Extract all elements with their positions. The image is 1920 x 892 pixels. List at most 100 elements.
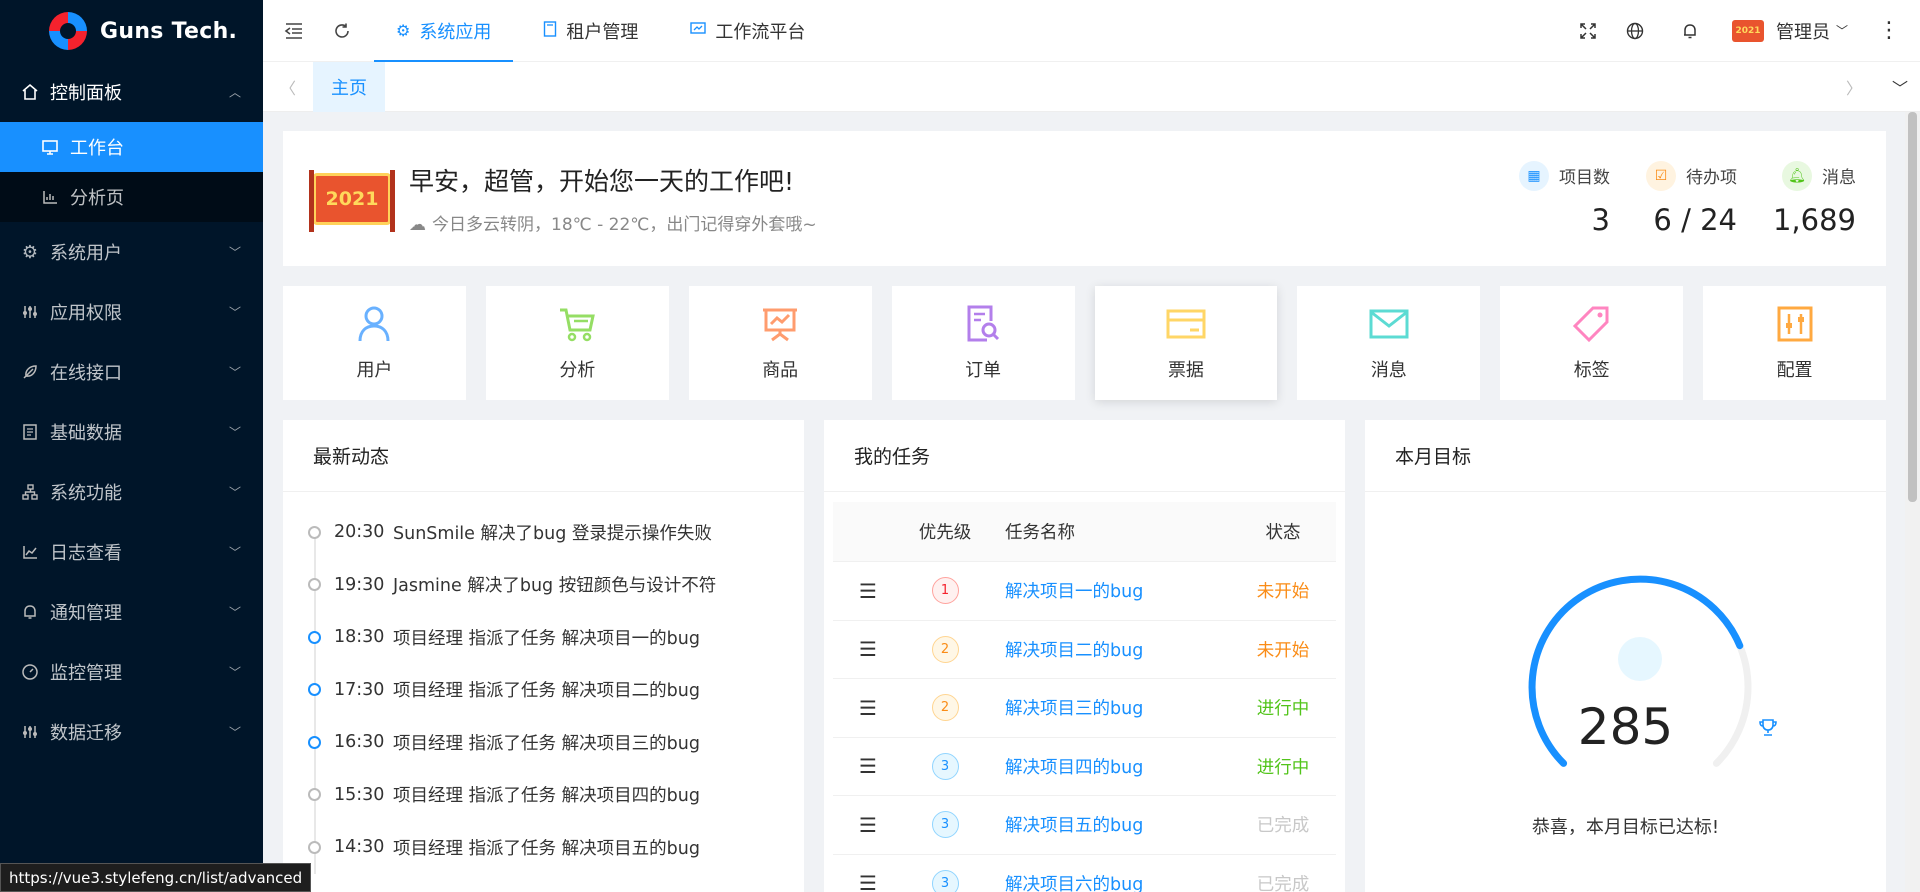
task-link[interactable]: 解决项目五的bug	[1005, 816, 1143, 836]
drag-handle-icon[interactable]: ☰	[833, 813, 903, 837]
page-tabs-bar: 〈 主页 〉 ﹀	[263, 61, 1920, 112]
sidebar-item-label: 监控管理	[50, 663, 122, 684]
task-link[interactable]: 解决项目一的bug	[1005, 582, 1143, 602]
goal-gauge-arc	[1528, 575, 1752, 767]
sidebar: Guns Tech. 控制面板 ︿ 工作台 分析页 ⚙ 系统用户 ﹀ 应用权限 …	[0, 0, 263, 892]
stat-value: 6 / 24	[1653, 202, 1737, 237]
timeline-dot	[308, 578, 321, 592]
main-content: 2021 早安，超管，开始您一天的工作吧! ☁ 今日多云转阴，18℃ - 22℃，…	[263, 112, 1905, 892]
tab-workflow-platform[interactable]: 工作流平台	[668, 0, 827, 62]
fullscreen-icon[interactable]	[1565, 0, 1612, 62]
sidebar-item-notifications[interactable]: 通知管理 ﹀	[0, 582, 263, 642]
quick-link-products[interactable]: 商品	[688, 286, 872, 400]
quick-link-messages[interactable]: 消息	[1297, 286, 1481, 400]
chevron-down-icon: ﹀	[228, 605, 241, 620]
stat-todos[interactable]: ☑ 待办项 6 / 24	[1645, 160, 1737, 237]
quick-link-analysis[interactable]: 分析	[485, 286, 669, 400]
notification-bell-icon[interactable]	[1667, 0, 1714, 62]
task-link[interactable]: 解决项目二的bug	[1005, 641, 1143, 661]
checkbox-icon: ☑	[1645, 160, 1676, 191]
sidebar-item-data-migration[interactable]: 数据迁移 ﹀	[0, 702, 263, 762]
sidebar-item-monitoring[interactable]: 监控管理 ﹀	[0, 642, 263, 702]
stat-messages[interactable]: 🔔︎ 消息 1,689	[1772, 160, 1856, 237]
welcome-title: 早安，超管，开始您一天的工作吧!	[409, 167, 795, 196]
grid-icon: ▦	[1518, 160, 1549, 191]
board-icon	[690, 21, 707, 40]
drag-handle-icon[interactable]: ☰	[833, 754, 903, 778]
timeline-item: 16:30 项目经理 指派了任务 解决项目三的bug	[308, 716, 804, 769]
task-link[interactable]: 解决项目三的bug	[1005, 699, 1143, 719]
quick-link-orders[interactable]: 订单	[891, 286, 1075, 400]
timeline-text: 项目经理 指派了任务 解决项目五的bug	[393, 838, 700, 859]
tabs-scroll-right-icon[interactable]: 〉	[1828, 75, 1880, 99]
drag-handle-icon[interactable]: ☰	[833, 696, 903, 720]
bar-chart-icon	[40, 187, 60, 207]
sidebar-item-label: 基础数据	[50, 423, 122, 444]
quick-link-bills[interactable]: 票据	[1094, 286, 1278, 400]
sidebar-item-app-permissions[interactable]: 应用权限 ﹀	[0, 282, 263, 342]
timeline-dot	[308, 630, 321, 644]
task-link[interactable]: 解决项目四的bug	[1005, 758, 1143, 778]
tab-tenant-management[interactable]: 租户管理	[521, 0, 660, 62]
sidebar-item-online-api[interactable]: 在线接口 ﹀	[0, 342, 263, 402]
stat-value: 1,689	[1772, 202, 1856, 237]
quick-link-tags[interactable]: 标签	[1500, 286, 1684, 400]
panel-title: 本月目标	[1365, 420, 1886, 492]
timeline-dot	[308, 683, 321, 697]
sidebar-item-dashboard[interactable]: 控制面板 ︿	[0, 62, 263, 122]
quick-link-config[interactable]: 配置	[1703, 286, 1886, 400]
drag-handle-icon[interactable]: ☰	[833, 871, 903, 892]
quick-link-users[interactable]: 用户	[283, 286, 466, 400]
home-icon	[20, 82, 40, 102]
gear-icon: ⚙	[396, 21, 411, 40]
sidebar-item-label: 应用权限	[50, 303, 122, 324]
new-year-badge: 2021	[309, 169, 395, 232]
stat-value: 3	[1591, 202, 1610, 237]
tabs-dropdown-icon[interactable]: ﹀	[1880, 75, 1920, 99]
sliders-icon	[20, 302, 40, 322]
quick-link-label: 商品	[762, 360, 799, 381]
globe-icon[interactable]	[1612, 0, 1659, 62]
welcome-card: 2021 早安，超管，开始您一天的工作吧! ☁ 今日多云转阴，18℃ - 22℃，…	[283, 131, 1886, 266]
priority-badge: 2	[931, 635, 959, 663]
sidebar-item-analysis[interactable]: 分析页	[0, 172, 263, 222]
bell-icon	[20, 602, 40, 622]
timeline-text: SunSmile 解决了bug 登录提示操作失败	[393, 523, 712, 544]
column-header-name[interactable]: 任务名称	[987, 519, 1230, 544]
drag-handle-icon[interactable]: ☰	[833, 637, 903, 661]
chevron-down-icon: ﹀	[228, 725, 241, 740]
stat-projects[interactable]: ▦ 项目数 3	[1518, 160, 1610, 237]
priority-badge: 1	[931, 577, 959, 605]
user-menu[interactable]: 2021 管理员 ﹀	[1714, 0, 1858, 62]
task-status: 未开始	[1256, 640, 1310, 661]
refresh-icon[interactable]	[318, 0, 366, 62]
sidebar-item-base-data[interactable]: 基础数据 ﹀	[0, 402, 263, 462]
page-tab-home[interactable]: 主页	[313, 61, 385, 112]
sidebar-item-system-users[interactable]: ⚙ 系统用户 ﹀	[0, 222, 263, 282]
page-scrollbar[interactable]	[1905, 112, 1920, 892]
timeline-item: 17:30 项目经理 指派了任务 解决项目二的bug	[308, 664, 804, 717]
priority-badge: 3	[931, 811, 959, 839]
settings-panel-icon	[1777, 304, 1813, 344]
timeline-time: 15:30	[334, 784, 385, 805]
logo[interactable]: Guns Tech.	[0, 0, 263, 62]
sidebar-item-workbench[interactable]: 工作台	[0, 122, 263, 172]
tabs-scroll-left-icon[interactable]: 〈	[263, 75, 313, 99]
chevron-down-icon: ﹀	[228, 545, 241, 560]
line-chart-icon	[20, 542, 40, 562]
task-link[interactable]: 解决项目六的bug	[1005, 875, 1143, 892]
more-vertical-icon[interactable]: ⋮	[1858, 0, 1920, 62]
drag-handle-icon[interactable]: ☰	[833, 579, 903, 603]
column-header-status[interactable]: 状态	[1230, 519, 1336, 544]
column-header-priority[interactable]: 优先级	[903, 519, 987, 544]
tab-system-apps[interactable]: ⚙ 系统应用	[374, 0, 514, 62]
sidebar-item-label: 控制面板	[50, 83, 122, 104]
collapse-menu-icon[interactable]	[270, 0, 318, 62]
dashboard-icon	[20, 662, 40, 682]
goal-message: 恭喜，本月目标已达标!	[1531, 817, 1720, 838]
sidebar-item-logs[interactable]: 日志查看 ﹀	[0, 522, 263, 582]
sidebar-item-system-functions[interactable]: 系统功能 ﹀	[0, 462, 263, 522]
sidebar-submenu: 工作台 分析页	[0, 122, 263, 222]
table-header: 优先级 任务名称 状态	[833, 502, 1336, 562]
sitemap-icon	[20, 482, 40, 502]
